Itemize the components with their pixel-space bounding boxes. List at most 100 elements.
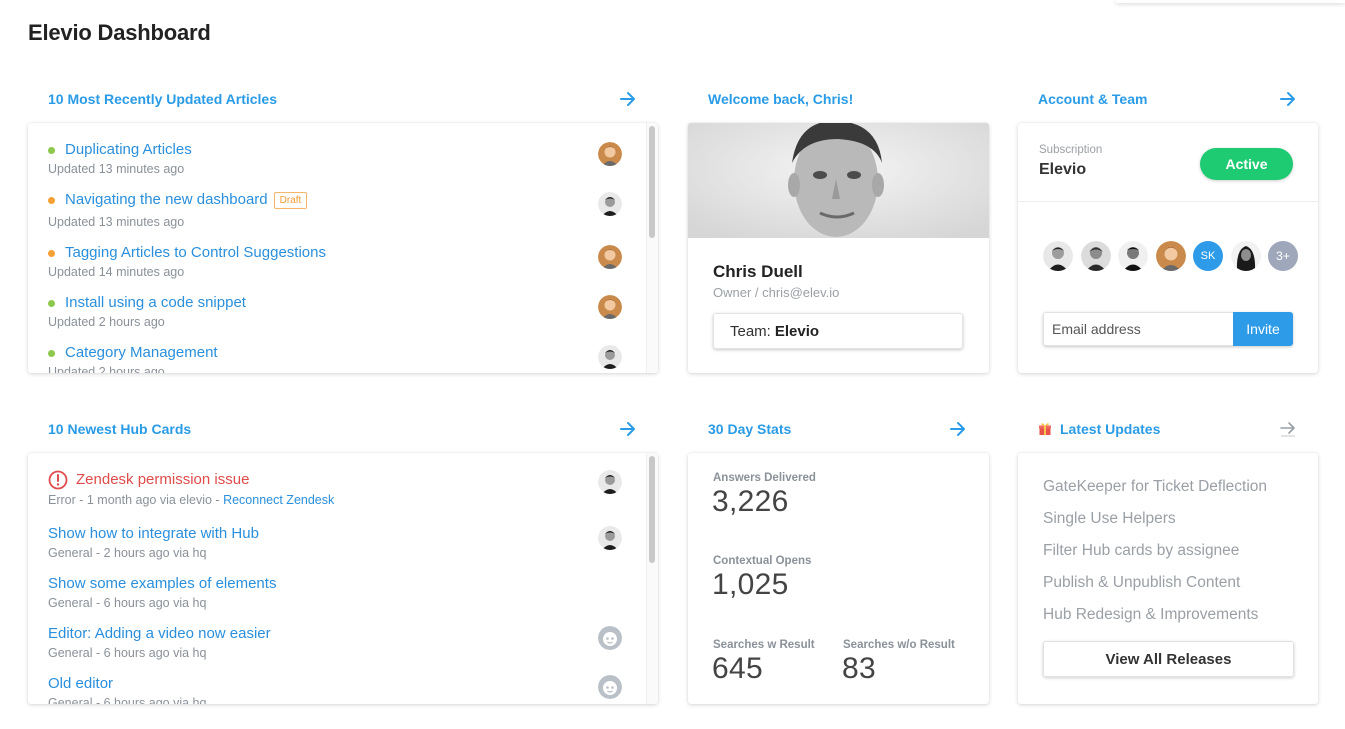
account-divider xyxy=(1018,201,1318,202)
updates-title: Latest Updates xyxy=(1060,421,1161,437)
subscription-name: Elevio xyxy=(1039,161,1087,178)
hub-card-meta: General - 2 hours ago via hq xyxy=(48,546,207,560)
stats-card: Answers Delivered 3,226 Contextual Opens… xyxy=(688,453,989,704)
stats-header: 30 Day Stats xyxy=(708,417,968,441)
article-updated: Updated 2 hours ago xyxy=(48,365,165,373)
profile-card: Chris Duell Owner / chris@elev.io Team: … xyxy=(688,123,989,373)
author-avatar xyxy=(598,345,622,369)
updates-card: GateKeeper for Ticket Deflection Single … xyxy=(1018,453,1318,704)
welcome-title: Welcome back, Chris! xyxy=(708,91,854,107)
hub-cards-title: 10 Newest Hub Cards xyxy=(48,421,192,437)
release-link[interactable]: Single Use Helpers xyxy=(1043,510,1176,528)
contextual-opens-value: 1,025 xyxy=(712,568,789,601)
article-item[interactable]: Duplicating Articles Updated 13 minutes … xyxy=(48,141,620,177)
article-title[interactable]: Navigating the new dashboard xyxy=(65,191,268,209)
article-item[interactable]: Install using a code snippet Updated 2 h… xyxy=(48,294,620,330)
hub-card-meta: General - 6 hours ago via hq xyxy=(48,646,207,660)
published-status-dot xyxy=(48,299,55,307)
articles-card: Duplicating Articles Updated 13 minutes … xyxy=(28,123,658,373)
invite-email-input[interactable] xyxy=(1043,312,1233,346)
team-name: Elevio xyxy=(774,322,820,340)
hub-card-title[interactable]: Old editor xyxy=(48,675,113,693)
published-status-dot xyxy=(48,349,55,357)
updates-arrow-icon[interactable] xyxy=(1278,419,1298,439)
updates-header: Latest Updates xyxy=(1038,417,1298,441)
more-members-badge[interactable]: 3+ xyxy=(1268,241,1298,271)
articles-scrollbar[interactable] xyxy=(649,126,655,238)
assignee-avatar xyxy=(598,470,622,494)
article-title[interactable]: Install using a code snippet xyxy=(65,294,246,312)
member-avatar[interactable] xyxy=(1230,241,1261,271)
stats-title: 30 Day Stats xyxy=(708,421,792,437)
invite-form: Invite xyxy=(1043,312,1293,346)
invite-button[interactable]: Invite xyxy=(1233,312,1293,346)
hub-card-item[interactable]: Editor: Adding a video now easier Genera… xyxy=(48,625,620,661)
hub-card-title[interactable]: Zendesk permission issue xyxy=(76,471,249,489)
team-selector[interactable]: Team: Elevio xyxy=(713,313,963,349)
searches-with-result-label: Searches w Result xyxy=(713,639,815,651)
hub-card-title[interactable]: Editor: Adding a video now easier xyxy=(48,625,271,643)
member-avatar[interactable] xyxy=(1043,241,1073,271)
error-icon xyxy=(48,470,68,490)
gift-icon xyxy=(1039,423,1051,435)
release-link[interactable]: GateKeeper for Ticket Deflection xyxy=(1043,478,1267,496)
articles-header: 10 Most Recently Updated Articles xyxy=(48,87,638,111)
contextual-opens-label: Contextual Opens xyxy=(713,555,812,567)
article-title[interactable]: Category Management xyxy=(65,344,218,362)
hub-cards-arrow-icon[interactable] xyxy=(618,419,638,439)
hub-card-title[interactable]: Show some examples of elements xyxy=(48,575,276,593)
reconnect-zendesk-link[interactable]: Reconnect Zendesk xyxy=(223,493,334,507)
member-initials-avatar[interactable]: SK xyxy=(1193,241,1223,271)
account-arrow-icon[interactable] xyxy=(1278,89,1298,109)
author-avatar xyxy=(598,295,622,319)
page-title: Elevio Dashboard xyxy=(28,20,211,45)
hub-cards-header: 10 Newest Hub Cards xyxy=(48,417,638,441)
published-status-dot xyxy=(48,146,55,154)
draft-status-dot xyxy=(48,249,55,257)
hub-card-item[interactable]: Show how to integrate with Hub General -… xyxy=(48,525,620,561)
answers-delivered-label: Answers Delivered xyxy=(713,472,816,484)
hub-card-meta: General - 6 hours ago via hq xyxy=(48,596,207,610)
searches-with-result-value: 645 xyxy=(712,652,763,685)
searches-without-result-label: Searches w/o Result xyxy=(843,639,955,651)
article-title[interactable]: Duplicating Articles xyxy=(65,141,192,159)
release-link[interactable]: Filter Hub cards by assignee xyxy=(1043,542,1239,560)
article-item[interactable]: Navigating the new dashboard Draft Update… xyxy=(48,191,620,230)
hub-card-title[interactable]: Show how to integrate with Hub xyxy=(48,525,259,543)
articles-arrow-icon[interactable] xyxy=(618,89,638,109)
member-avatar[interactable] xyxy=(1155,241,1186,271)
author-avatar xyxy=(598,142,622,166)
hub-cards-list: Zendesk permission issue Error - 1 month… xyxy=(28,453,644,704)
article-item[interactable]: Tagging Articles to Control Suggestions … xyxy=(48,244,620,280)
stats-arrow-icon[interactable] xyxy=(948,419,968,439)
author-avatar xyxy=(598,245,622,269)
article-updated: Updated 13 minutes ago xyxy=(48,215,185,229)
hub-card-item[interactable]: Show some examples of elements General -… xyxy=(48,575,620,611)
hub-card-item[interactable]: Zendesk permission issue Error - 1 month… xyxy=(48,470,620,508)
article-updated: Updated 14 minutes ago xyxy=(48,265,185,279)
member-avatar[interactable] xyxy=(1118,241,1148,271)
article-updated: Updated 13 minutes ago xyxy=(48,162,185,176)
team-prefix: Team: xyxy=(730,322,771,340)
draft-status-dot xyxy=(48,196,55,204)
account-header: Account & Team xyxy=(1038,87,1298,111)
hub-card-meta: Error - 1 month ago via elevio - xyxy=(48,493,224,507)
hub-cards-card: Zendesk permission issue Error - 1 month… xyxy=(28,453,658,704)
hub-scrollbar[interactable] xyxy=(649,456,655,563)
release-link[interactable]: Publish & Unpublish Content xyxy=(1043,574,1240,592)
author-avatar xyxy=(598,192,622,216)
account-card: Subscription Elevio Active SK 3+ Invite xyxy=(1018,123,1318,373)
article-title[interactable]: Tagging Articles to Control Suggestions xyxy=(65,244,326,262)
hub-card-item[interactable]: Old editor General - 6 hours ago via hq xyxy=(48,675,620,704)
top-right-panel-edge xyxy=(1115,0,1345,3)
release-link[interactable]: Hub Redesign & Improvements xyxy=(1043,606,1258,624)
articles-title: 10 Most Recently Updated Articles xyxy=(48,91,277,107)
profile-name: Chris Duell xyxy=(713,262,803,281)
draft-badge: Draft xyxy=(273,191,308,209)
view-all-releases-button[interactable]: View All Releases xyxy=(1043,641,1294,677)
account-title: Account & Team xyxy=(1038,91,1148,107)
subscription-status-button[interactable]: Active xyxy=(1200,148,1293,180)
team-members: SK 3+ xyxy=(1043,241,1306,271)
member-avatar[interactable] xyxy=(1080,241,1111,271)
article-item[interactable]: Category Management Updated 2 hours ago xyxy=(48,344,620,373)
